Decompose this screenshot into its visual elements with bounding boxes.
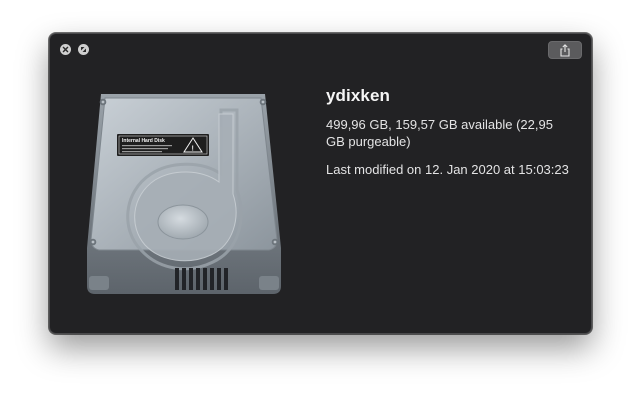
volume-name: ydixken xyxy=(326,86,391,105)
share-icon xyxy=(560,43,570,57)
title-bar xyxy=(50,34,591,66)
svg-text:!: ! xyxy=(192,146,194,153)
quick-look-window: Internal Hard Disk ! ydixken 499,96 GB, … xyxy=(49,33,592,334)
volume-size: 499,96 GB, 159,57 GB available (22,95 GB… xyxy=(326,117,553,149)
file-info-panel: ydixken 499,96 GB, 159,57 GB available (… xyxy=(326,86,569,178)
fullscreen-icon[interactable] xyxy=(78,44,89,55)
last-modified: Last modified on 12. Jan 2020 at 15:03:2… xyxy=(326,162,569,177)
label-plate-title: Internal Hard Disk xyxy=(122,138,165,144)
disk-label-plate: Internal Hard Disk ! xyxy=(117,134,209,156)
share-button[interactable] xyxy=(548,41,582,59)
close-icon[interactable] xyxy=(60,44,71,55)
internal-hard-disk-icon: Internal Hard Disk ! xyxy=(81,90,287,300)
screen: Internal Hard Disk ! ydixken 499,96 GB, … xyxy=(0,0,640,399)
